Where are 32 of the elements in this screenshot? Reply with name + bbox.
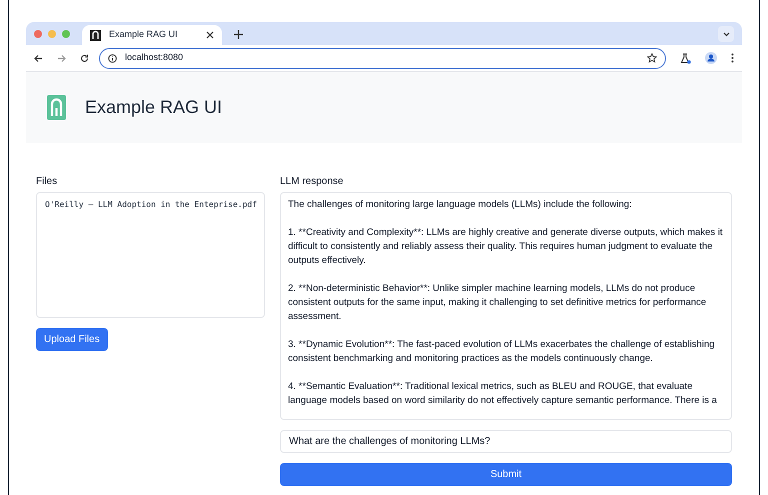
logo-icon (90, 30, 101, 40)
browser-tab[interactable]: Example RAG UI (82, 25, 222, 45)
response-box[interactable] (280, 192, 732, 420)
tab-list-button[interactable] (718, 26, 734, 42)
file-list[interactable]: O'Reilly – LLM Adoption in the Enteprise.pdf (36, 192, 265, 318)
field-label: LLM response (280, 175, 344, 186)
response-paragraph: 4. **Semantic Evaluation**: Traditional lexical metrics, such as BLEU and ROUGE, that evaluate language models based on word similarity do not effectively capture semantic performance. There is a (288, 380, 718, 408)
upload-files-button[interactable]: Upload Files (36, 328, 108, 351)
chevron-down-icon (722, 32, 730, 36)
response-paragraph: The challenges of monitoring large language models (LLMs) include the following: (288, 198, 633, 212)
tab-title: Example RAG UI (109, 28, 179, 42)
reload-icon[interactable] (80, 54, 89, 62)
info-icon (108, 54, 117, 62)
more-icon[interactable] (731, 53, 734, 63)
profile-icon[interactable] (705, 52, 717, 64)
address-bar[interactable]: localhost:8080 (99, 48, 666, 68)
back-icon[interactable] (34, 54, 43, 62)
forward-icon[interactable] (57, 54, 66, 62)
submit-button[interactable]: Submit (280, 463, 732, 486)
page-title: Example RAG UI (85, 96, 222, 119)
close-icon[interactable] (206, 31, 214, 39)
star-icon[interactable] (647, 53, 657, 63)
field-label: Files (36, 175, 58, 186)
response-paragraph: 3. **Dynamic Evolution**: The fast-paced evolution of LLMs exacerbates the challenge of establishing consistent benchmarking and monitoring practices as the models continuously change. (288, 338, 716, 366)
response-paragraph: 2. **Non-deterministic Behavior**: Unlike simpler machine learning models, LLMs do not produce consistent outputs for the same input, making it challenging to set definitive metrics for performance assessment. (288, 282, 708, 324)
file-name: O'Reilly – LLM Adoption in the Enteprise.pdf (45, 199, 256, 211)
new-tab-icon[interactable] (234, 30, 243, 39)
flask-icon[interactable] (680, 52, 691, 64)
url-text: localhost:8080 (125, 51, 184, 64)
question-field[interactable]: What are the challenges of monitoring LLMs? (280, 430, 732, 453)
logo-icon (47, 95, 66, 120)
response-paragraph: 1. **Creativity and Complexity**: LLMs are highly creative and generate diverse outputs, which makes it difficult to consistently and reliably assess their quality. This requires human judgment to evaluate the outputs effectively. (288, 226, 724, 268)
